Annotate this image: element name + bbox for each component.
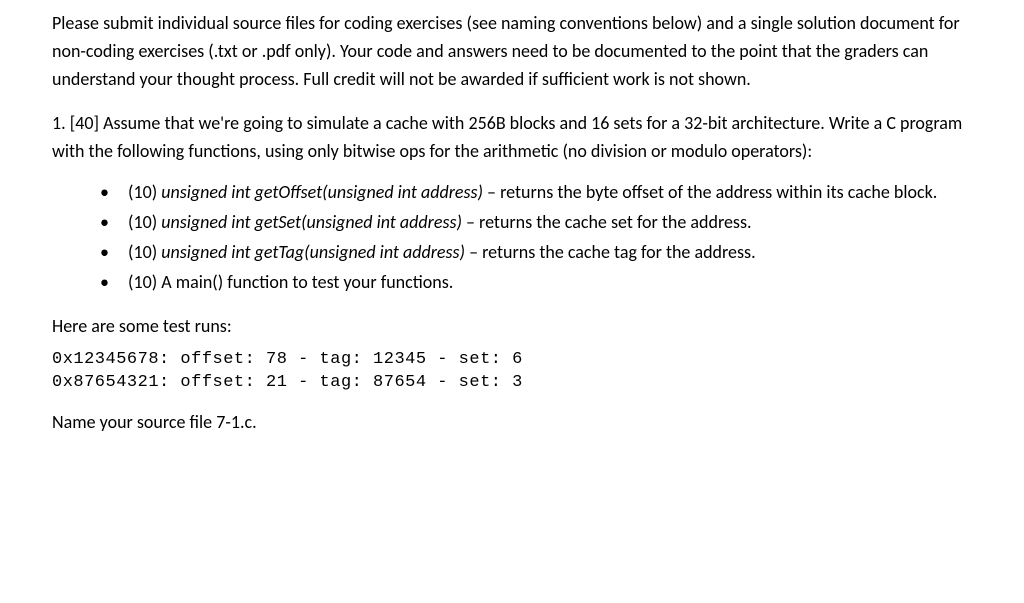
instructions-paragraph: Please submit individual source files fo…: [52, 10, 972, 94]
function-description: – returns the cache set for the address.: [462, 211, 752, 233]
sub-question-list: (10) unsigned int getOffset(unsigned int…: [52, 179, 972, 297]
points-label: (10): [128, 211, 161, 233]
function-signature: unsigned int getOffset(unsigned int addr…: [161, 181, 483, 203]
test-output-block: 0x12345678: offset: 78 - tag: 12345 - se…: [52, 349, 972, 395]
question-prompt: 1. [40] Assume that we're going to simul…: [52, 110, 972, 166]
points-label: (10): [128, 181, 161, 203]
list-item: (10) unsigned int getSet(unsigned int ad…: [100, 209, 972, 237]
function-signature: unsigned int getTag(unsigned int address…: [161, 241, 465, 263]
function-signature: unsigned int getSet(unsigned int address…: [161, 211, 462, 233]
function-description: – returns the cache tag for the address.: [465, 241, 756, 263]
list-item: (10) A main() function to test your func…: [100, 269, 972, 297]
function-description: – returns the byte offset of the address…: [483, 181, 937, 203]
file-naming-instruction: Name your source file 7-1.c.: [52, 409, 972, 437]
points-label: (10): [128, 241, 161, 263]
points-label: (10) A main() function to test your func…: [128, 271, 453, 293]
test-runs-label: Here are some test runs:: [52, 313, 972, 341]
list-item: (10) unsigned int getOffset(unsigned int…: [100, 179, 972, 207]
list-item: (10) unsigned int getTag(unsigned int ad…: [100, 239, 972, 267]
